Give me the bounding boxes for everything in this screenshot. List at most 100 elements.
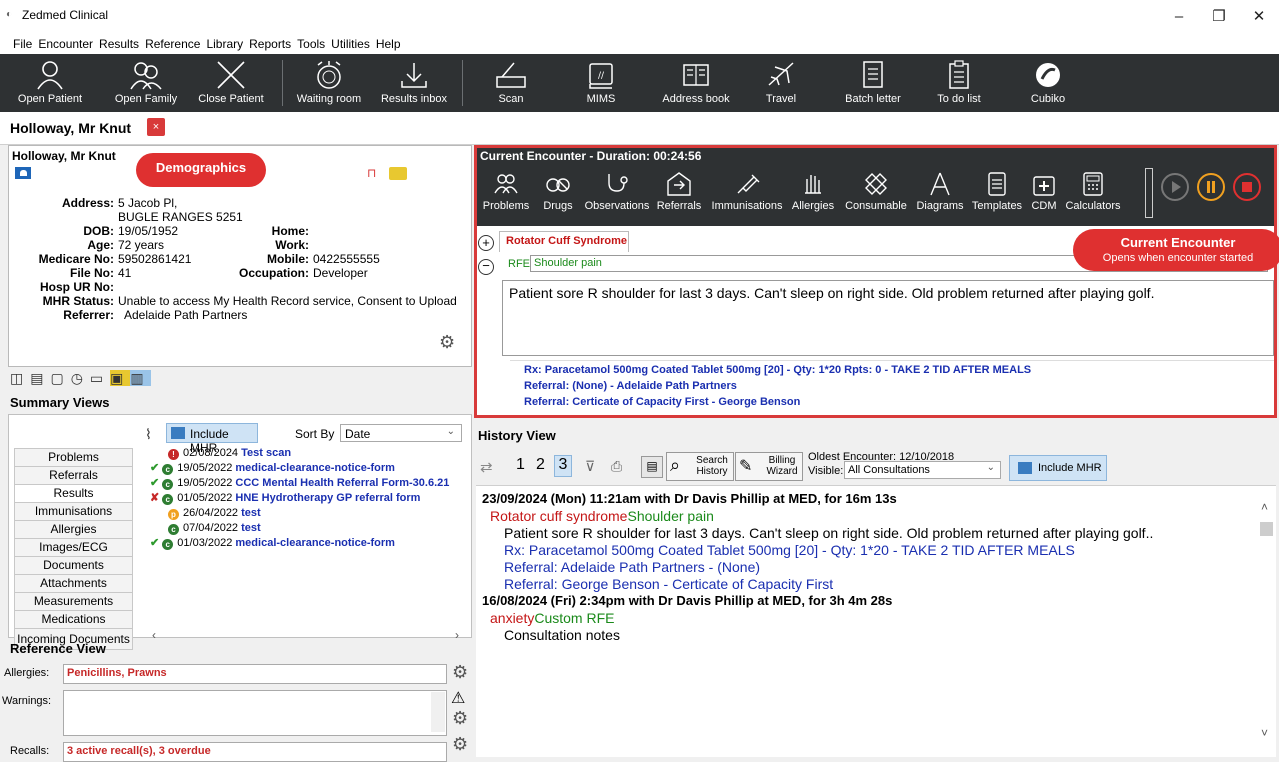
page-icon[interactable]: ▢: [50, 370, 70, 386]
scroll-up-arrow-icon[interactable]: ˄: [1261, 500, 1268, 514]
summary-result-row[interactable]: p 26/04/2022 test: [168, 507, 261, 520]
demographics-settings-gear-icon[interactable]: ⚙: [439, 332, 455, 353]
page-3-button[interactable]: 3: [554, 455, 572, 477]
cubiko-button[interactable]: Cubiko: [1018, 54, 1078, 112]
summary-result-row[interactable]: ✔ c 01/03/2022 medical-clearance-notice-f…: [150, 537, 395, 550]
summary-include-mhr-button[interactable]: Include MHR: [166, 423, 258, 455]
warnings-scrollbar[interactable]: [431, 692, 445, 732]
enc-problems-button[interactable]: Problems: [481, 165, 531, 212]
page-1-button[interactable]: 1: [516, 456, 525, 474]
sort-by-select[interactable]: Date ⌄: [340, 424, 462, 442]
restore-button[interactable]: ❐: [1199, 4, 1239, 30]
history-entry-header[interactable]: 23/09/2024 (Mon) 11:21am with Dr Davis P…: [482, 491, 897, 506]
summary-tab-problems[interactable]: Problems: [14, 448, 133, 467]
enc-cdm-button[interactable]: CDM: [1027, 165, 1061, 212]
stop-button[interactable]: [1233, 173, 1261, 201]
scan-button[interactable]: Scan: [476, 54, 546, 112]
mhr-icon[interactable]: ▥: [130, 370, 151, 386]
enc-referrals-button[interactable]: Referrals: [653, 165, 705, 212]
billing-wizard-button[interactable]: ✎ Billing Wizard: [735, 452, 803, 481]
summary-tab-immunisations[interactable]: Immunisations: [14, 502, 133, 521]
minimize-button[interactable]: –: [1159, 4, 1199, 30]
notes-icon[interactable]: ▤: [30, 370, 50, 386]
scroll-left-arrow-icon[interactable]: ‹: [152, 628, 156, 642]
filter-icon[interactable]: ⊽: [585, 458, 595, 475]
menu-help[interactable]: Help: [373, 34, 404, 54]
address-book-button[interactable]: Address book: [656, 54, 736, 112]
search-history-button[interactable]: ⌕ Search History: [666, 452, 734, 481]
history-scrollbar[interactable]: ˄ ˅: [1258, 486, 1275, 757]
close-patient-button[interactable]: Close Patient: [196, 54, 266, 112]
enc-diagrams-button[interactable]: Diagrams: [913, 165, 967, 212]
recalls-gear-icon[interactable]: ⚙: [452, 734, 468, 755]
enc-observations-button[interactable]: Observations: [583, 165, 651, 212]
menu-reports[interactable]: Reports: [246, 34, 294, 54]
patient-tab[interactable]: Holloway, Mr Knut: [10, 120, 131, 136]
mims-button[interactable]: ∕∕ MIMS: [576, 54, 626, 112]
menu-encounter[interactable]: Encounter: [35, 34, 96, 54]
allergies-gear-icon[interactable]: ⚙: [452, 662, 468, 683]
camera-icon[interactable]: ◫: [10, 370, 30, 386]
summary-result-row[interactable]: ✔ c 19/05/2022 CCC Mental Health Referral…: [150, 477, 449, 490]
summary-result-row[interactable]: ✘ c 01/05/2022 HNE Hydrotherapy GP referr…: [150, 492, 420, 505]
history-include-mhr-button[interactable]: Include MHR: [1009, 455, 1107, 481]
open-family-button[interactable]: Open Family: [108, 54, 184, 112]
menu-reference[interactable]: Reference: [142, 34, 203, 54]
enc-allergies-button[interactable]: Allergies: [789, 165, 837, 212]
ruler-icon[interactable]: ▭: [90, 370, 110, 386]
enc-consumable-button[interactable]: Consumable: [843, 165, 909, 212]
close-window-button[interactable]: ✕: [1239, 4, 1279, 30]
menu-file[interactable]: File: [10, 34, 35, 54]
allergies-field[interactable]: Penicillins, Prawns: [63, 664, 447, 684]
warnings-gear-icon[interactable]: ⚙: [452, 708, 468, 729]
enc-calculators-button[interactable]: Calculators: [1063, 165, 1123, 212]
menu-results[interactable]: Results: [96, 34, 142, 54]
history-referral[interactable]: Referral: Adelaide Path Partners - (None…: [504, 559, 760, 575]
summary-tab-images-ecg[interactable]: Images/ECG: [14, 538, 133, 557]
to-do-list-button[interactable]: To do list: [924, 54, 994, 112]
enc-drugs-button[interactable]: Drugs: [539, 165, 577, 212]
refresh-icon[interactable]: ⇄: [480, 458, 493, 476]
play-button[interactable]: [1161, 173, 1189, 201]
menu-library[interactable]: Library: [203, 34, 246, 54]
summary-tab-results[interactable]: Results: [14, 484, 133, 503]
waiting-room-button[interactable]: Waiting room: [290, 54, 368, 112]
visible-select[interactable]: All Consultations ⌄: [844, 461, 1001, 479]
referral-line[interactable]: Referral: (None) - Adelaide Path Partner…: [524, 380, 737, 392]
patient-tab-close-button[interactable]: ×: [147, 118, 165, 136]
scrollbar-thumb[interactable]: [1260, 522, 1273, 536]
expand-plus-icon[interactable]: +: [478, 235, 494, 251]
summary-tab-medications[interactable]: Medications: [14, 610, 133, 629]
problem-tab[interactable]: Rotator Cuff Syndrome: [499, 231, 629, 252]
referral-line[interactable]: Referral: Certicate of Capacity First - …: [524, 396, 800, 408]
recalls-field[interactable]: 3 active recall(s), 3 overdue: [63, 742, 447, 762]
batch-letter-button[interactable]: Batch letter: [838, 54, 908, 112]
paperclip-icon[interactable]: ⌇: [145, 426, 152, 443]
enc-templates-button[interactable]: Templates: [969, 165, 1025, 212]
encounter-notes-textarea[interactable]: Patient sore R shoulder for last 3 days.…: [502, 280, 1274, 356]
summary-tab-attachments[interactable]: Attachments: [14, 574, 133, 593]
history-entry-header[interactable]: 16/08/2024 (Fri) 2:34pm with Dr Davis Ph…: [482, 593, 892, 608]
history-referral[interactable]: Referral: George Benson - Certicate of C…: [504, 576, 833, 592]
summary-result-row[interactable]: ✔ c 19/05/2022 medical-clearance-notice-f…: [150, 462, 395, 475]
warnings-field[interactable]: [63, 690, 447, 736]
scroll-down-arrow-icon[interactable]: ˅: [1261, 726, 1268, 740]
menu-utilities[interactable]: Utilities: [328, 34, 373, 54]
travel-button[interactable]: Travel: [756, 54, 806, 112]
collapse-minus-icon[interactable]: −: [478, 259, 494, 275]
results-inbox-button[interactable]: Results inbox: [374, 54, 454, 112]
print-icon[interactable]: ⎙: [611, 458, 622, 475]
summary-tab-referrals[interactable]: Referrals: [14, 466, 133, 485]
pause-button[interactable]: [1197, 173, 1225, 201]
rx-line[interactable]: Rx: Paracetamol 500mg Coated Tablet 500m…: [524, 364, 1031, 376]
open-patient-button[interactable]: Open Patient: [12, 54, 88, 112]
summary-tab-allergies[interactable]: Allergies: [14, 520, 133, 539]
notes-view-icon[interactable]: ▤: [641, 456, 663, 478]
clock-icon[interactable]: ◷: [71, 370, 90, 386]
summary-tab-measurements[interactable]: Measurements: [14, 592, 133, 611]
menu-tools[interactable]: Tools: [294, 34, 328, 54]
summary-tab-documents[interactable]: Documents: [14, 556, 133, 575]
summary-result-row[interactable]: c 07/04/2022 test: [168, 522, 261, 535]
summary-result-row[interactable]: ! 02/08/2024 Test scan: [168, 447, 291, 460]
history-rx[interactable]: Rx: Paracetamol 500mg Coated Tablet 500m…: [504, 542, 1075, 558]
